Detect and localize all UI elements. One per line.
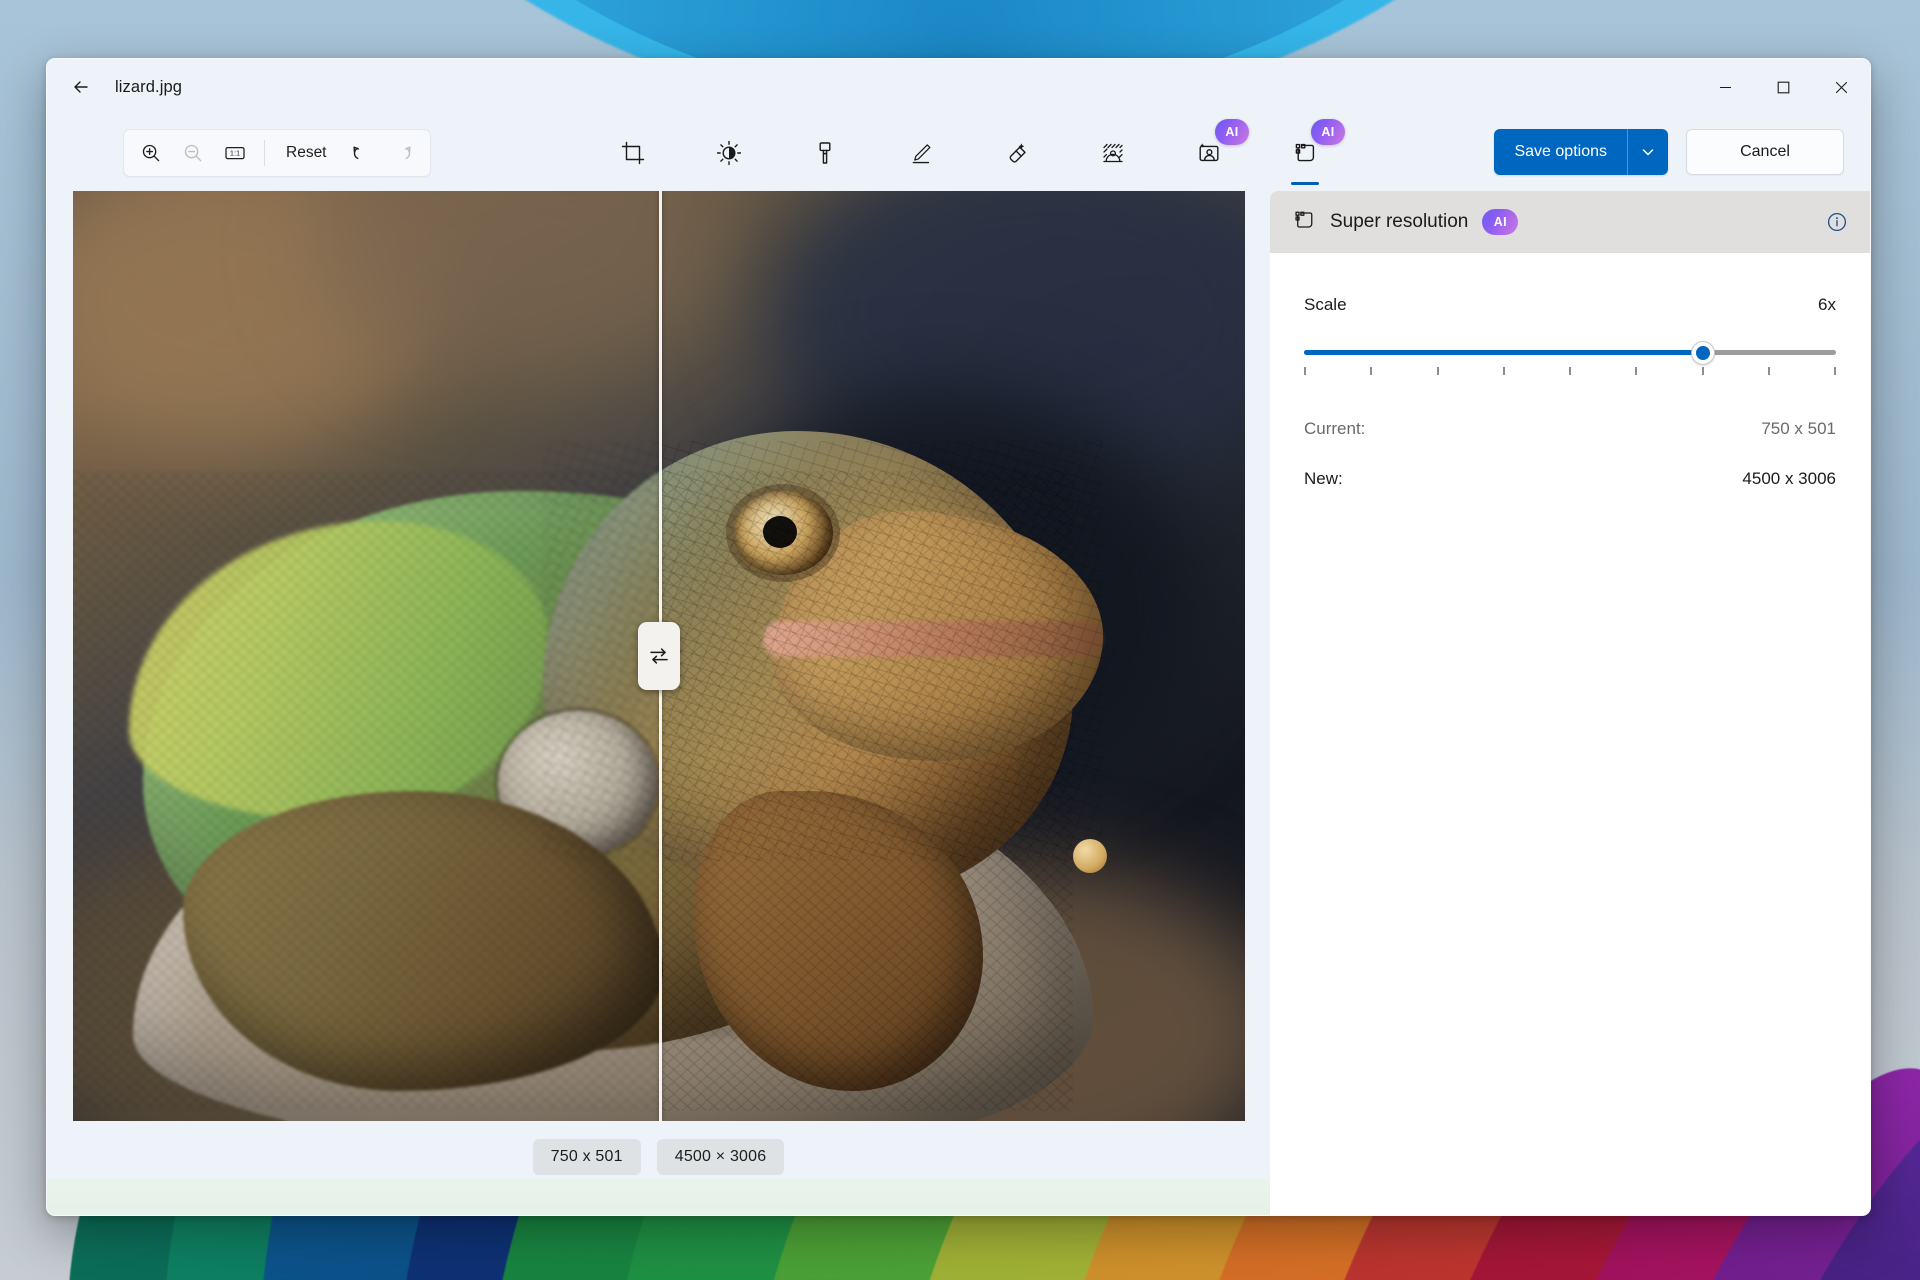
edit-tools-group: AI AI xyxy=(607,119,1345,185)
panel-content: Scale 6x Current: 750 x 501 New: 4500 x … xyxy=(1270,253,1870,489)
slider-ticks xyxy=(1304,367,1836,377)
editor-body: 750 x 501 4500 × 3006 Super resolution A… xyxy=(47,191,1870,1215)
save-options-split-button: Save options xyxy=(1494,129,1668,175)
slider-tick xyxy=(1502,367,1505,375)
tool-active-underline xyxy=(1291,181,1319,185)
close-button[interactable] xyxy=(1812,65,1870,109)
current-value: 750 x 501 xyxy=(1761,419,1836,438)
cancel-button[interactable]: Cancel xyxy=(1686,129,1844,175)
panel-ai-badge: AI xyxy=(1482,209,1519,235)
compare-divider-handle[interactable] xyxy=(637,622,680,690)
slider-tick xyxy=(1304,367,1306,375)
badge-before-dimensions: 750 x 501 xyxy=(532,1139,641,1175)
current-label: Current: xyxy=(1304,419,1366,438)
badge-after-dimensions: 4500 × 3006 xyxy=(656,1139,785,1175)
before-half-overlay xyxy=(72,191,659,1121)
tool-adjustment[interactable] xyxy=(703,127,755,179)
slider-fill xyxy=(1304,350,1703,355)
toolbar-divider xyxy=(264,140,265,166)
super-resolution-icon xyxy=(1292,208,1316,237)
current-dimensions-row: Current: 750 x 501 xyxy=(1304,419,1836,439)
slider-tick xyxy=(1569,367,1571,375)
save-options-button[interactable]: Save options xyxy=(1494,129,1628,175)
save-options-chevron-down-icon[interactable] xyxy=(1628,129,1668,175)
title-bar: lizard.jpg xyxy=(47,59,1870,115)
ai-badge: AI xyxy=(1311,119,1345,145)
scale-label: Scale xyxy=(1304,295,1347,314)
new-value: 4500 x 3006 xyxy=(1742,469,1836,488)
slider-tick xyxy=(1767,367,1770,375)
slider-tick xyxy=(1701,367,1704,375)
reset-button[interactable]: Reset xyxy=(273,134,340,172)
info-icon[interactable] xyxy=(1826,211,1848,233)
tool-erase[interactable] xyxy=(991,127,1043,179)
tool-markup[interactable] xyxy=(895,127,947,179)
window-title: lizard.jpg xyxy=(115,77,183,96)
scale-row: Scale 6x xyxy=(1304,295,1836,315)
tool-background[interactable]: AI xyxy=(1183,119,1249,179)
dimension-rows: Current: 750 x 501 New: 4500 x 3006 xyxy=(1304,419,1836,489)
super-resolution-panel: Super resolution AI Scale 6x Current: 75… xyxy=(1270,191,1870,1215)
tool-blur[interactable] xyxy=(1087,127,1139,179)
desktop-background: lizard.jpg 1:1 Reset AI AI Save options … xyxy=(0,0,1920,1280)
zoom-controls-group: 1:1 Reset xyxy=(123,129,431,177)
undo-button[interactable] xyxy=(340,134,382,172)
canvas-area: 750 x 501 4500 × 3006 xyxy=(47,191,1270,1215)
slider-thumb[interactable] xyxy=(1692,342,1714,364)
slider-tick xyxy=(1635,367,1638,375)
scale-value: 6x xyxy=(1818,295,1836,314)
snail-shell xyxy=(1072,839,1107,873)
actual-size-button[interactable]: 1:1 xyxy=(214,134,256,172)
tool-crop[interactable] xyxy=(607,127,659,179)
editor-toolbar: 1:1 Reset AI AI Save options Cancel xyxy=(47,115,1870,191)
zoom-out-button[interactable] xyxy=(172,134,214,172)
slider-tick xyxy=(1370,367,1373,375)
svg-text:1:1: 1:1 xyxy=(230,149,240,158)
ai-badge: AI xyxy=(1215,119,1249,145)
image-compare-viewer[interactable] xyxy=(72,191,1245,1121)
tool-super-resolution[interactable]: AI xyxy=(1279,119,1345,185)
scale-slider[interactable] xyxy=(1304,339,1836,383)
toolbar-actions: Save options Cancel xyxy=(1494,129,1844,175)
panel-header: Super resolution AI xyxy=(1270,191,1870,253)
tool-filters[interactable] xyxy=(799,127,851,179)
photos-app-window: lizard.jpg 1:1 Reset AI AI Save options … xyxy=(46,58,1871,1216)
zoom-in-button[interactable] xyxy=(130,134,172,172)
redo-button[interactable] xyxy=(382,134,424,172)
new-dimensions-row: New: 4500 x 3006 xyxy=(1304,469,1836,489)
back-button[interactable] xyxy=(61,71,101,103)
dimension-badges: 750 x 501 4500 × 3006 xyxy=(532,1139,785,1175)
new-label: New: xyxy=(1304,469,1343,488)
minimize-button[interactable] xyxy=(1696,65,1754,109)
slider-tick xyxy=(1436,367,1439,375)
panel-title: Super resolution xyxy=(1330,211,1469,232)
slider-tick xyxy=(1834,367,1836,375)
maximize-button[interactable] xyxy=(1754,65,1812,109)
